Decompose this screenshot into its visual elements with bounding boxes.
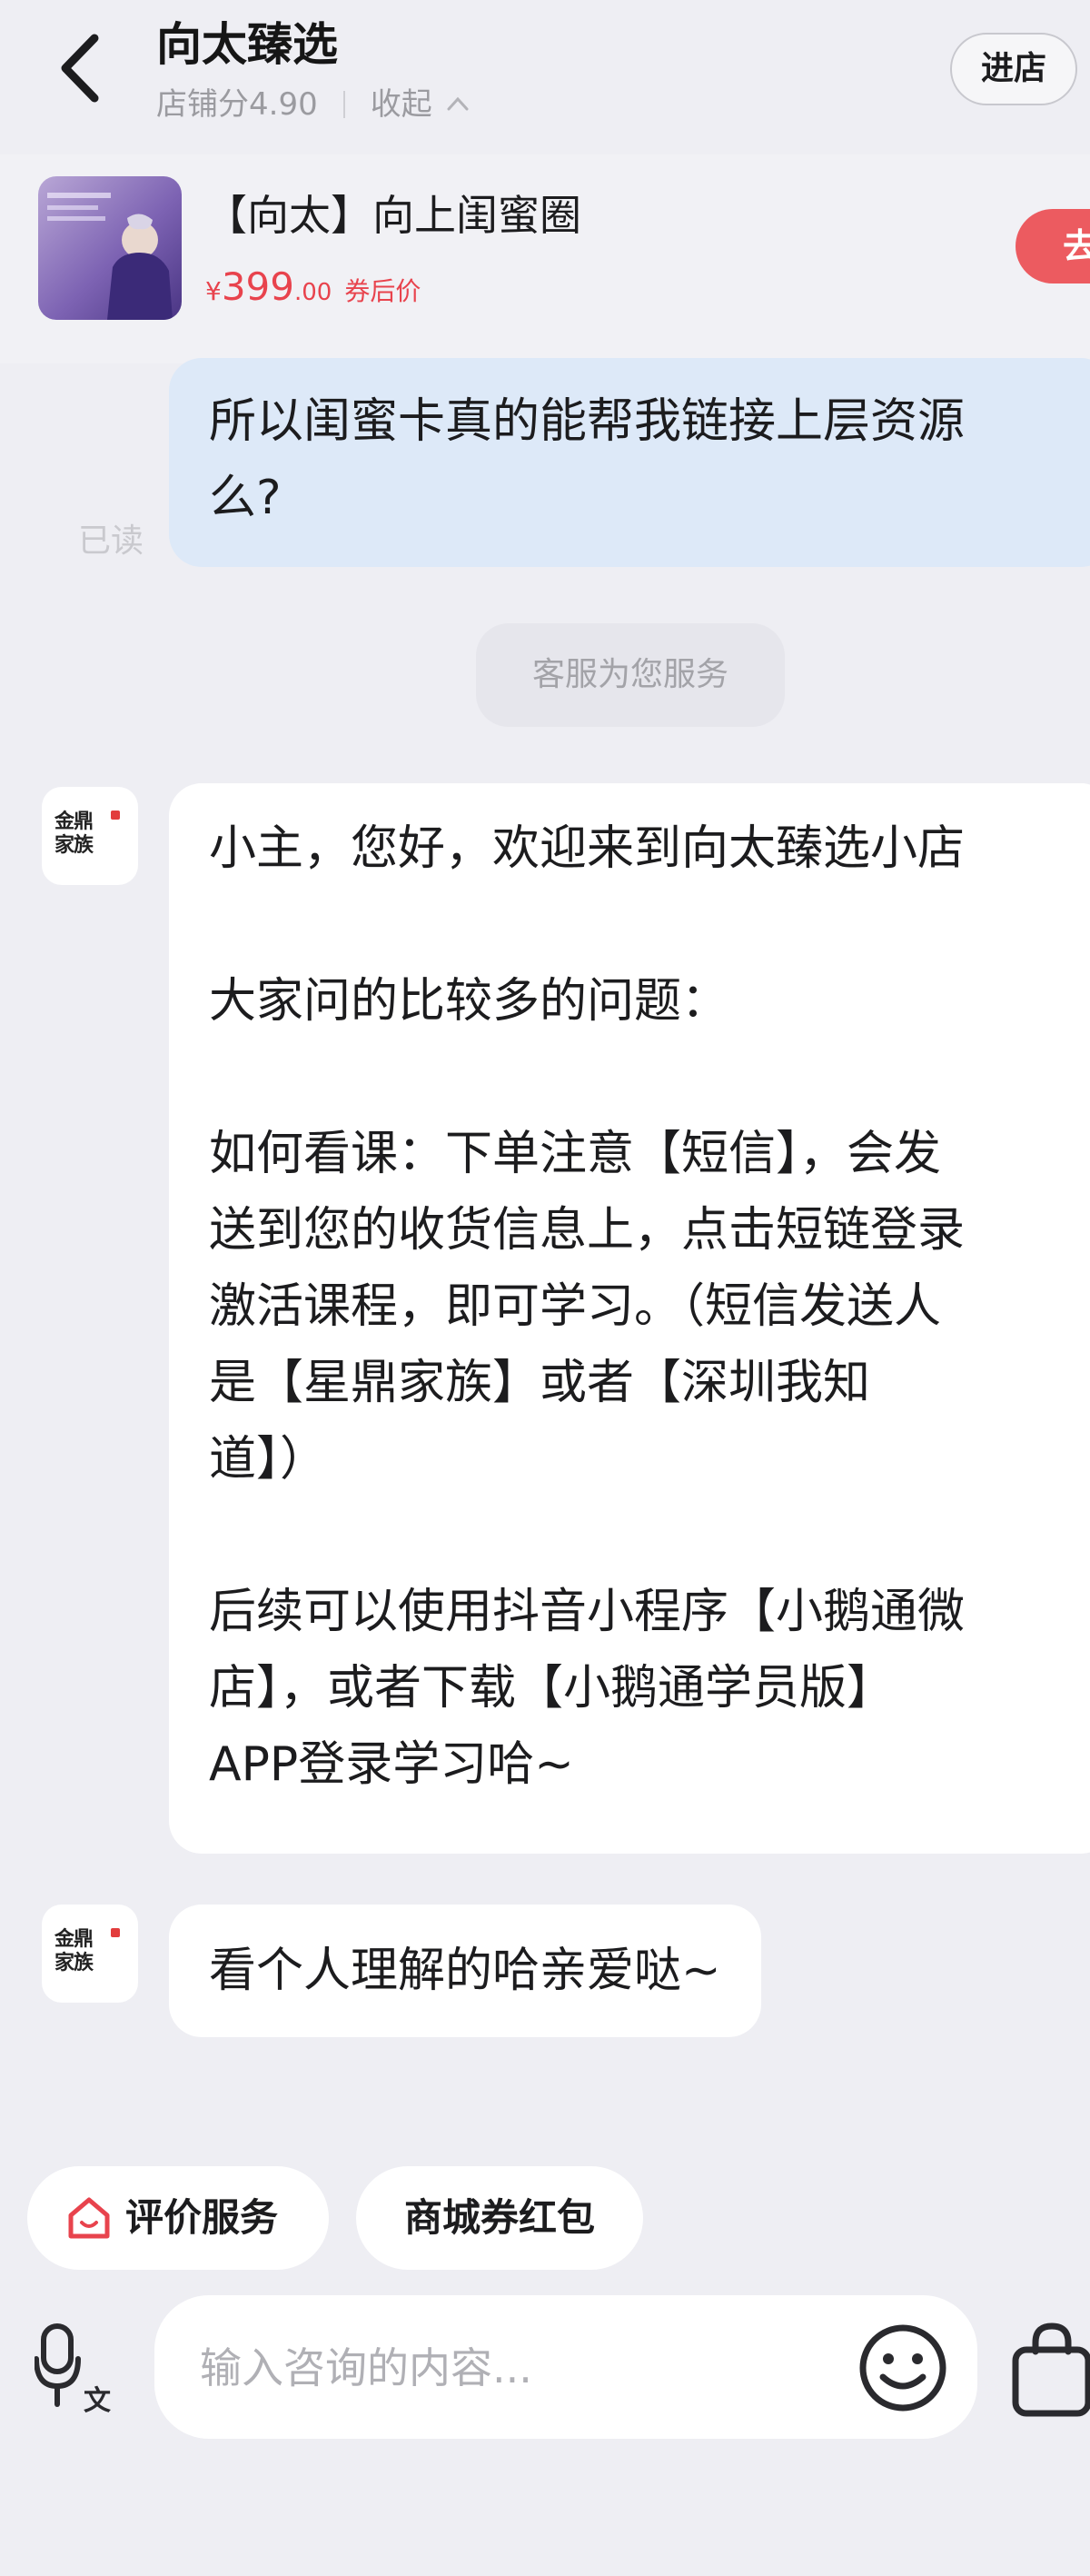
- product-price: ¥399.00 券后价: [205, 260, 421, 323]
- voice-input-icon[interactable]: 文: [34, 2322, 120, 2417]
- agent-avatar[interactable]: 金鼎 家族: [42, 1905, 138, 2003]
- how-to-text: 如何看课：下单注意【短信】，会发 送到您的收货信息上，点击短链登录 激活课程，即…: [209, 1127, 966, 1487]
- agent-logo: 金鼎 家族: [54, 811, 94, 857]
- shop-score: 店铺分4.90: [156, 86, 318, 123]
- greeting-text: 小主，您好，欢迎来到向太臻选小店: [209, 821, 966, 876]
- review-service-chip[interactable]: 评价服务: [27, 2166, 329, 2270]
- chevron-up-icon[interactable]: [445, 82, 471, 127]
- message-input-box[interactable]: [154, 2295, 977, 2441]
- back-button[interactable]: [45, 27, 118, 109]
- svg-text:文: 文: [84, 2385, 111, 2413]
- divider: [342, 91, 345, 118]
- product-card[interactable]: 【向太】向上闺蜜圈 ¥399.00 券后价 去: [0, 154, 1090, 363]
- logo-dot: [111, 811, 120, 820]
- buy-button[interactable]: 去: [1016, 209, 1090, 283]
- coupon-chip[interactable]: 商城券红包: [356, 2166, 643, 2270]
- agent-logo: 金鼎 家族: [54, 1928, 94, 1974]
- user-message-bubble: 所以闺蜜卡真的能帮我链接上层资源 么?: [169, 358, 1090, 567]
- shop-meta: 店铺分4.90 收起: [156, 82, 471, 127]
- enter-store-button[interactable]: 进店: [950, 33, 1077, 105]
- price-tag: 券后价: [344, 276, 421, 306]
- price-integer: 399: [221, 264, 294, 309]
- shop-name[interactable]: 向太臻选: [156, 13, 338, 76]
- agent-message-bubble: 看个人理解的哈亲爱哒~: [169, 1905, 761, 2037]
- system-notice: 客服为您服务: [476, 623, 785, 727]
- agent-message-bubble: 小主，您好，欢迎来到向太臻选小店 大家问的比较多的问题： 如何看课：下单注意【短…: [169, 783, 1090, 1854]
- chat-header: 向太臻选 店铺分4.90 收起 进店: [0, 0, 1090, 154]
- currency-symbol: ¥: [205, 276, 222, 306]
- message-line: 么?: [209, 471, 282, 525]
- read-status: 已读: [78, 522, 144, 560]
- price-decimal: .00: [294, 279, 332, 306]
- product-title: 【向太】向上闺蜜圈: [205, 191, 581, 240]
- product-image[interactable]: [38, 176, 182, 320]
- message-input[interactable]: [198, 2295, 837, 2441]
- home-icon: [68, 2197, 110, 2239]
- faq-title: 大家问的比较多的问题：: [209, 974, 729, 1029]
- collapse-toggle[interactable]: 收起: [371, 82, 432, 127]
- review-service-label: 评价服务: [125, 2195, 279, 2240]
- back-arrow-icon: [61, 34, 99, 103]
- agent-avatar[interactable]: 金鼎 家族: [42, 787, 138, 885]
- shopping-bag-icon[interactable]: [1010, 2321, 1090, 2417]
- emoji-icon[interactable]: [857, 2322, 948, 2413]
- message-line: 所以闺蜜卡真的能帮我链接上层资源: [209, 394, 966, 449]
- logo-dot: [111, 1928, 120, 1937]
- followup-text: 后续可以使用抖音小程序【小鹅通微 店】，或者下载【小鹅通学员版】 APP登录学习…: [209, 1585, 966, 1792]
